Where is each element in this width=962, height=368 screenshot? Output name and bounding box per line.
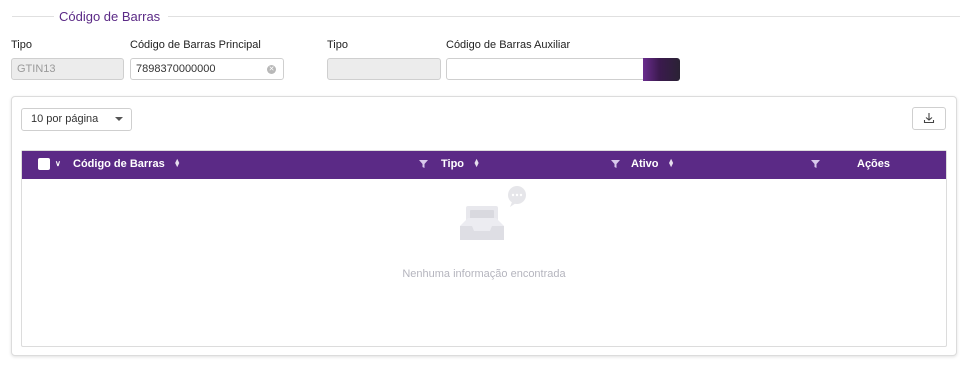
tipo-aux-label: Tipo	[327, 39, 348, 51]
legend-divider-left	[12, 16, 54, 17]
auxiliary-addon-button[interactable]	[643, 58, 680, 81]
download-icon	[923, 113, 935, 124]
chevron-down-icon[interactable]: ∨	[55, 159, 61, 168]
barcode-grid-card: 10 por página ∨ Código de Barras ▲ ▼ Tipo…	[11, 96, 957, 356]
section-title: Código de Barras	[59, 9, 161, 24]
column-header-tipo[interactable]: Tipo ▲ ▼	[441, 158, 480, 170]
filter-icon[interactable]	[611, 160, 620, 168]
principal-barcode-input[interactable]: 7898370000000 ✕	[130, 58, 284, 80]
tipo-label: Tipo	[11, 39, 32, 51]
page-size-select[interactable]: 10 por página	[21, 108, 132, 131]
legend-divider-right	[168, 16, 960, 17]
principal-barcode-label: Código de Barras Principal	[130, 39, 261, 51]
auxiliary-barcode-label: Código de Barras Auxiliar	[446, 39, 571, 51]
column-label-ativo: Ativo	[631, 158, 659, 170]
select-all-checkbox[interactable]	[38, 158, 50, 170]
section-header: Código de Barras	[8, 6, 960, 28]
tipo-aux-field	[327, 58, 441, 80]
tipo-field: GTIN13	[11, 58, 124, 80]
sort-icon[interactable]: ▲ ▼	[174, 158, 181, 169]
sort-icon[interactable]: ▲ ▼	[668, 158, 675, 169]
auxiliary-barcode-input[interactable]	[446, 58, 646, 80]
page-size-value: 10 por página	[31, 113, 99, 125]
column-header-codigo[interactable]: Código de Barras ▲ ▼	[73, 158, 181, 170]
column-label-codigo: Código de Barras	[73, 158, 165, 170]
clear-icon[interactable]: ✕	[267, 65, 276, 74]
table-header: ∨ Código de Barras ▲ ▼ Tipo ▲ ▼ Ativo ▲ ▼	[22, 151, 946, 179]
filter-icon[interactable]	[811, 160, 820, 168]
principal-barcode-value: 7898370000000	[136, 63, 216, 75]
sort-icon[interactable]: ▲ ▼	[473, 158, 480, 169]
column-header-acoes: Ações	[857, 158, 891, 170]
empty-inbox-icon	[460, 186, 526, 240]
empty-state-message: Nenhuma informação encontrada	[402, 268, 566, 280]
export-button[interactable]	[912, 107, 946, 130]
barcode-table: ∨ Código de Barras ▲ ▼ Tipo ▲ ▼ Ativo ▲ ▼	[21, 150, 947, 347]
chevron-down-icon	[115, 117, 123, 121]
column-label-tipo: Tipo	[441, 158, 465, 170]
filter-icon[interactable]	[419, 160, 428, 168]
column-header-ativo[interactable]: Ativo ▲ ▼	[631, 158, 675, 170]
